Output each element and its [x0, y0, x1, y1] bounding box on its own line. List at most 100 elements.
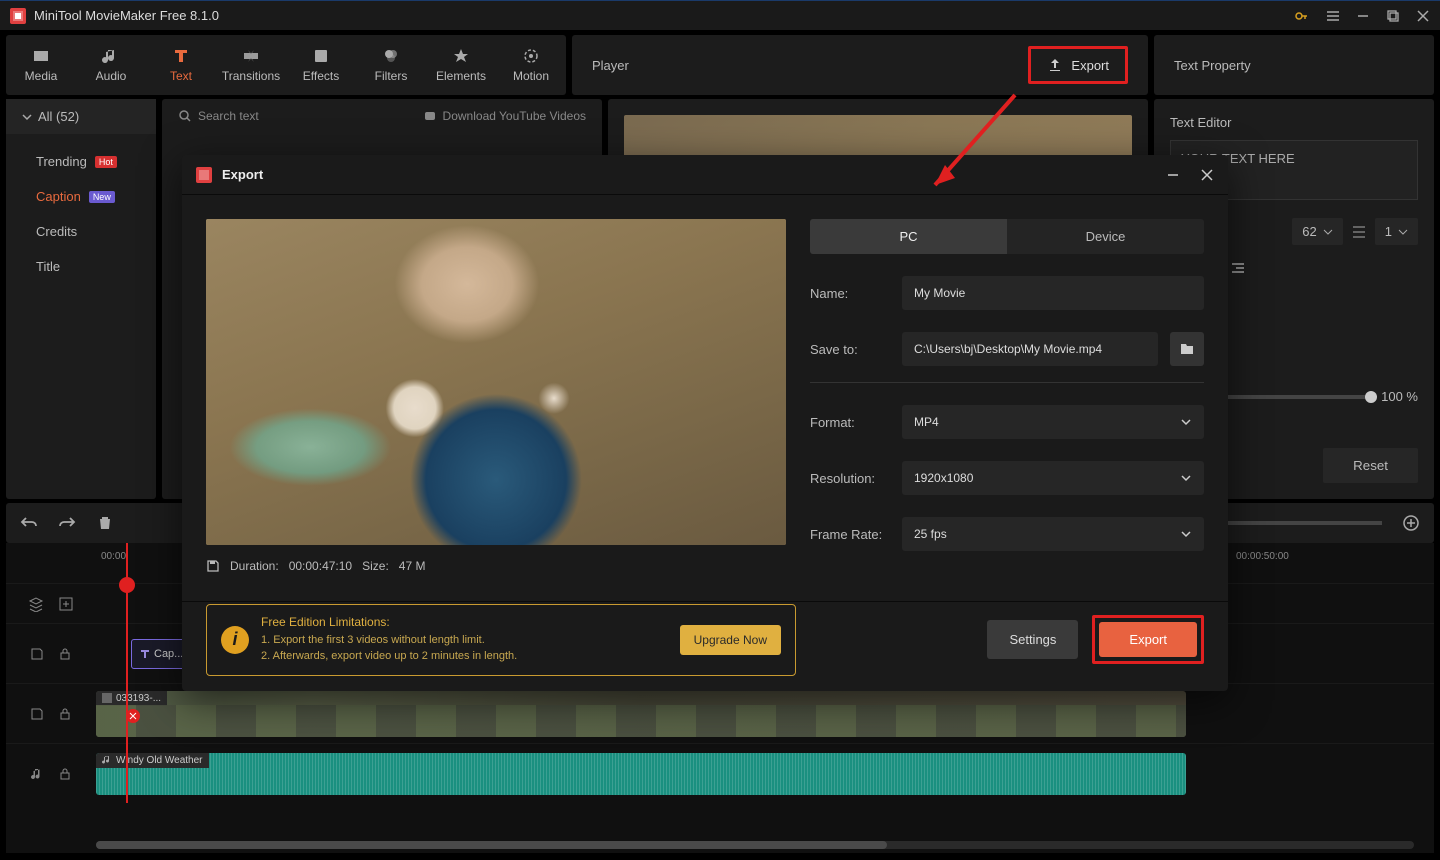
size-value: 47 M [399, 559, 426, 573]
name-label: Name: [810, 286, 890, 301]
resolution-select[interactable]: 1920x1080 [902, 461, 1204, 495]
chevron-down-icon [1323, 227, 1333, 237]
audio-clip[interactable]: Windy Old Weather [96, 753, 1186, 795]
name-input[interactable] [902, 276, 1204, 310]
music-icon[interactable] [30, 767, 44, 781]
save-icon [206, 559, 220, 573]
modal-footer: i Free Edition Limitations: 1. Export th… [182, 601, 1228, 691]
delete-icon[interactable] [96, 514, 114, 532]
lock-icon[interactable] [58, 647, 72, 661]
export-tabs: PC Device [810, 219, 1204, 254]
chevron-down-icon [1180, 528, 1192, 540]
upload-icon [1047, 57, 1063, 73]
close-icon[interactable] [1416, 9, 1430, 23]
export-button[interactable]: Export [1099, 622, 1197, 657]
reset-button[interactable]: Reset [1323, 448, 1418, 483]
font-size-select[interactable]: 62 [1292, 218, 1342, 245]
sidebar-item-title[interactable]: Title [6, 249, 156, 284]
save-icon[interactable] [30, 647, 44, 661]
format-label: Format: [810, 415, 890, 430]
limits-line-2: 2. Afterwards, export video up to 2 minu… [261, 648, 668, 665]
size-label: Size: [362, 559, 389, 573]
align-right-icon[interactable] [1230, 261, 1246, 277]
upgrade-button[interactable]: Upgrade Now [680, 625, 781, 655]
module-text[interactable]: Text [146, 47, 216, 83]
export-preview [206, 219, 786, 545]
sidebar-all[interactable]: All (52) [6, 99, 156, 134]
duration-value: 00:00:47:10 [289, 559, 352, 573]
limits-line-1: 1. Export the first 3 videos without len… [261, 632, 668, 649]
maximize-icon[interactable] [1386, 9, 1400, 23]
text-editor-label: Text Editor [1170, 115, 1418, 130]
lock-icon[interactable] [58, 707, 72, 721]
download-youtube-link[interactable]: Download YouTube Videos [443, 109, 586, 123]
add-icon[interactable] [58, 596, 74, 612]
line-select[interactable]: 1 [1375, 218, 1418, 245]
tab-device[interactable]: Device [1007, 219, 1204, 254]
saveto-input[interactable] [902, 332, 1158, 366]
limits-title: Free Edition Limitations: [261, 615, 668, 629]
sidebar-item-trending[interactable]: TrendingHot [6, 144, 156, 179]
format-select[interactable]: MP4 [902, 405, 1204, 439]
module-audio[interactable]: Audio [76, 47, 146, 83]
export-form: PC Device Name: Save to: Format: MP4 Res… [810, 219, 1204, 577]
playhead[interactable] [126, 543, 128, 803]
text-icon [140, 649, 150, 659]
resolution-label: Resolution: [810, 471, 890, 486]
module-media[interactable]: Media [6, 47, 76, 83]
scissors-icon [126, 709, 140, 723]
layers-icon[interactable] [28, 596, 44, 612]
menu-icon[interactable] [1326, 9, 1340, 23]
export-modal: Export Duration: 00:00:47:10 Size: 47 M … [182, 155, 1228, 691]
module-motion[interactable]: Motion [496, 47, 566, 83]
modal-titlebar: Export [182, 155, 1228, 195]
framerate-select[interactable]: 25 fps [902, 517, 1204, 551]
close-icon[interactable] [1200, 168, 1214, 182]
zoom-in-icon[interactable] [1402, 514, 1420, 532]
tab-pc[interactable]: PC [810, 219, 1007, 254]
sidebar-item-credits[interactable]: Credits [6, 214, 156, 249]
key-icon[interactable] [1294, 8, 1310, 24]
chevron-down-icon [1180, 472, 1192, 484]
sidebar-item-caption[interactable]: CaptionNew [6, 179, 156, 214]
player-label: Player [592, 58, 629, 73]
modal-title: Export [222, 167, 263, 182]
settings-button[interactable]: Settings [987, 620, 1078, 659]
app-icon [196, 167, 212, 183]
browse-button[interactable] [1170, 332, 1204, 366]
clip-label: 033193-... [96, 691, 167, 706]
timeline-scrollbar[interactable] [96, 841, 1414, 849]
category-sidebar: All (52) TrendingHot CaptionNew Credits … [6, 99, 156, 499]
save-icon[interactable] [30, 707, 44, 721]
download-icon [423, 109, 437, 123]
duration-label: Duration: [230, 559, 279, 573]
undo-icon[interactable] [20, 514, 38, 532]
player-panel-header: Player Export [572, 35, 1148, 95]
film-icon [102, 693, 112, 703]
saveto-label: Save to: [810, 342, 890, 357]
chevron-down-icon [1398, 227, 1408, 237]
module-toolbar: Media Audio Text Transitions Effects Fil… [6, 35, 566, 95]
folder-icon [1179, 341, 1195, 357]
text-property-label: Text Property [1174, 58, 1251, 73]
new-badge: New [89, 191, 115, 203]
line-spacing-icon [1351, 224, 1367, 240]
redo-icon[interactable] [58, 514, 76, 532]
minimize-icon[interactable] [1166, 168, 1180, 182]
chevron-down-icon [22, 112, 32, 122]
module-filters[interactable]: Filters [356, 47, 426, 83]
module-elements[interactable]: Elements [426, 47, 496, 83]
minimize-icon[interactable] [1356, 9, 1370, 23]
limitations-box: i Free Edition Limitations: 1. Export th… [206, 604, 796, 676]
app-icon [10, 8, 26, 24]
lock-icon[interactable] [58, 767, 72, 781]
chevron-down-icon [1180, 416, 1192, 428]
app-title: MiniTool MovieMaker Free 8.1.0 [34, 8, 219, 23]
module-effects[interactable]: Effects [286, 47, 356, 83]
video-clip[interactable]: 033193-... [96, 691, 1186, 737]
export-top-button[interactable]: Export [1028, 46, 1128, 84]
property-panel-header: Text Property [1154, 35, 1434, 95]
search-input[interactable]: Search text [198, 109, 259, 123]
module-transitions[interactable]: Transitions [216, 47, 286, 83]
hot-badge: Hot [95, 156, 117, 168]
